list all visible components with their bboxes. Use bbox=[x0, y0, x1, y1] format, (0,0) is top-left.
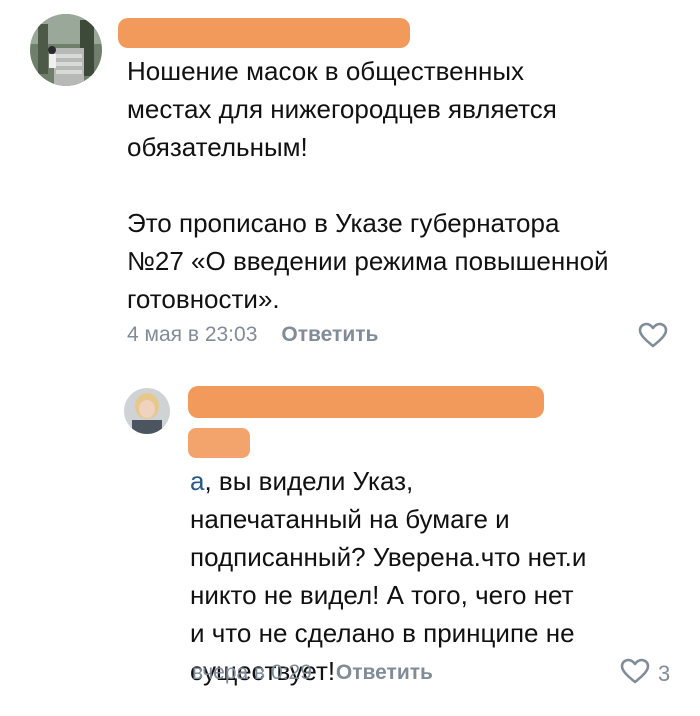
reply-button[interactable]: Ответить bbox=[336, 661, 433, 685]
comment-date: 4 мая в 23:03 bbox=[127, 323, 258, 346]
comment-text: Ношение масок в общественных местах для … bbox=[127, 56, 609, 314]
avatar[interactable] bbox=[124, 388, 170, 434]
comment-1: Ношение масок в общественных местах для … bbox=[0, 0, 700, 360]
like-button[interactable] bbox=[638, 322, 676, 354]
like-button[interactable]: 3 bbox=[620, 658, 670, 690]
author-name-redacted[interactable] bbox=[118, 18, 410, 48]
author-name-redacted[interactable] bbox=[188, 386, 544, 418]
mention-link[interactable]: а bbox=[190, 466, 204, 496]
like-count: 3 bbox=[658, 661, 671, 686]
comment-meta: вчера в 0:29 Ответить bbox=[192, 658, 433, 688]
comment-2: а, вы видели Указ, напечатанный на бумаг… bbox=[0, 360, 700, 716]
comment-meta: 4 мая в 23:03 Ответить bbox=[127, 320, 378, 350]
reply-text: а, вы видели Указ, напечатанный на бумаг… bbox=[190, 424, 690, 690]
heart-icon bbox=[620, 658, 650, 690]
avatar[interactable] bbox=[30, 14, 102, 86]
mention-redacted bbox=[188, 428, 250, 458]
comment-date: вчера в 0:29 bbox=[192, 661, 312, 684]
reply-body: , вы видели Указ, напечатанный на бумаге… bbox=[190, 466, 587, 686]
heart-icon bbox=[638, 322, 668, 354]
reply-button[interactable]: Ответить bbox=[281, 323, 378, 347]
